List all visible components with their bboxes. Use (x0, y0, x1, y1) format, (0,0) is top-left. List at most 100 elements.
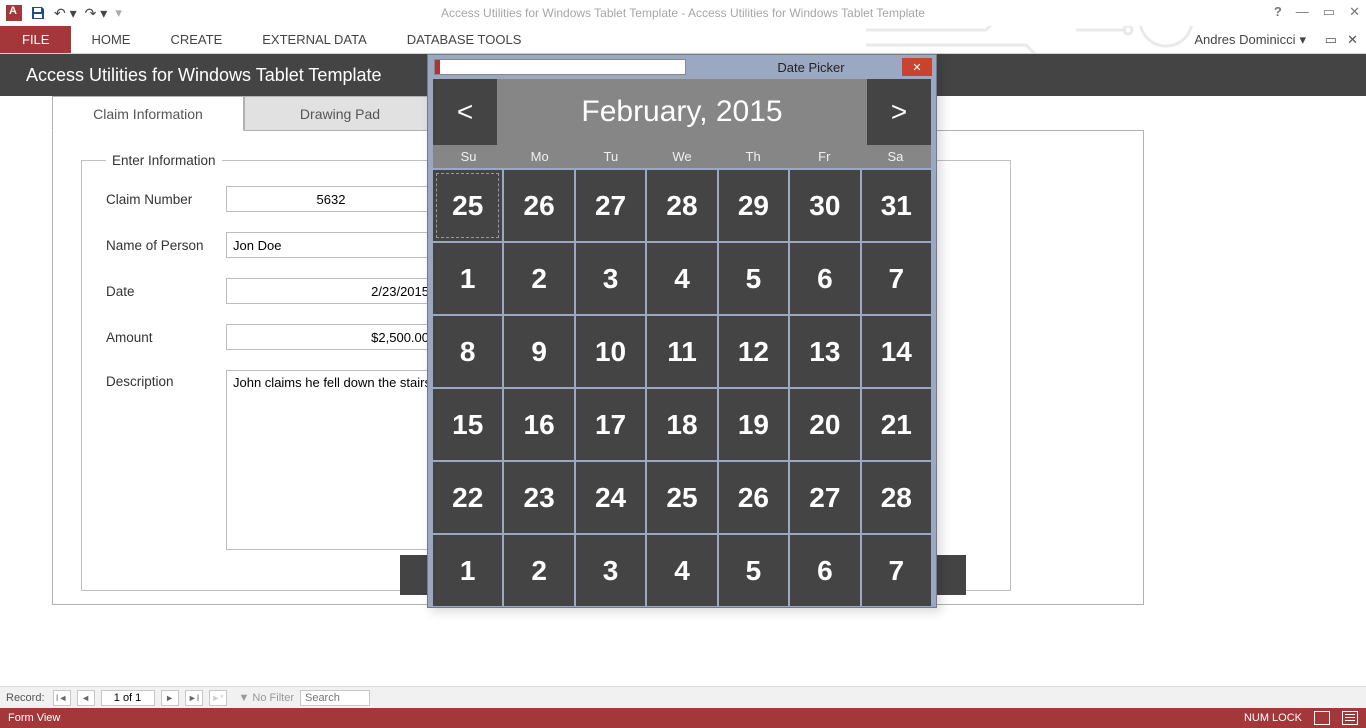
fieldset-legend: Enter Information (106, 153, 222, 168)
search-input[interactable] (300, 690, 370, 706)
first-record-button[interactable]: I◄ (53, 690, 71, 706)
calendar-day[interactable]: 11 (647, 316, 716, 387)
user-menu[interactable]: Andres Dominicci▾ (1194, 26, 1306, 53)
help-icon[interactable]: ? (1274, 4, 1282, 20)
calendar-day[interactable]: 4 (647, 243, 716, 314)
calendar-day[interactable]: 28 (647, 170, 716, 241)
minimize-icon[interactable]: — (1296, 4, 1309, 20)
tab-external-data[interactable]: EXTERNAL DATA (242, 26, 387, 53)
calendar-day[interactable]: 25 (647, 462, 716, 533)
prev-month-button[interactable]: < (433, 79, 497, 145)
calendar-day[interactable]: 5 (719, 243, 788, 314)
ribbon: FILE HOME CREATE EXTERNAL DATA DATABASE … (0, 26, 1366, 54)
calendar-day[interactable]: 29 (719, 170, 788, 241)
dow-header: Th (718, 145, 789, 168)
calendar-day[interactable]: 1 (433, 243, 502, 314)
tab-home[interactable]: HOME (71, 26, 150, 53)
tab-create[interactable]: CREATE (150, 26, 242, 53)
close-window-icon[interactable]: ✕ (1349, 4, 1360, 20)
access-app-icon (6, 5, 22, 21)
form-view-button[interactable] (1314, 711, 1330, 725)
restore-icon[interactable]: ▭ (1323, 4, 1335, 20)
file-tab[interactable]: FILE (0, 26, 71, 53)
calendar-day[interactable]: 27 (576, 170, 645, 241)
calendar-day[interactable]: 21 (862, 389, 931, 460)
calendar-day[interactable]: 3 (576, 243, 645, 314)
calendar-day[interactable]: 26 (504, 170, 573, 241)
dow-header: Fr (789, 145, 860, 168)
tab-drawing-pad[interactable]: Drawing Pad (244, 96, 436, 131)
doc-restore-icon[interactable]: ▭ (1325, 32, 1337, 48)
calendar-day[interactable]: 22 (433, 462, 502, 533)
form-icon (434, 59, 686, 75)
calendar-day[interactable]: 18 (647, 389, 716, 460)
next-record-button[interactable]: ► (161, 690, 179, 706)
calendar-day[interactable]: 8 (433, 316, 502, 387)
label-claim-number: Claim Number (106, 192, 226, 207)
amount-input[interactable] (226, 324, 436, 350)
calendar-day[interactable]: 6 (790, 243, 859, 314)
next-month-button[interactable]: > (867, 79, 931, 145)
calendar-day[interactable]: 26 (719, 462, 788, 533)
redo-icon[interactable]: ↷ ▾ (85, 5, 108, 22)
calendar-day[interactable]: 5 (719, 535, 788, 606)
calendar-day[interactable]: 10 (576, 316, 645, 387)
popup-title-text: Date Picker (686, 60, 936, 75)
calendar-day[interactable]: 7 (862, 243, 931, 314)
calendar-grid: 2526272829303112345678910111213141516171… (433, 168, 931, 606)
prev-record-button[interactable]: ◄ (77, 690, 95, 706)
calendar-day[interactable]: 2 (504, 535, 573, 606)
calendar-day[interactable]: 28 (862, 462, 931, 533)
calendar-day[interactable]: 15 (433, 389, 502, 460)
calendar-day[interactable]: 31 (862, 170, 931, 241)
calendar-day[interactable]: 4 (647, 535, 716, 606)
calendar-day[interactable]: 30 (790, 170, 859, 241)
record-label: Record: (6, 692, 45, 704)
calendar-day[interactable]: 19 (719, 389, 788, 460)
tab-claim-information[interactable]: Claim Information (52, 96, 244, 131)
date-picker-popup: Date Picker ✕ < February, 2015 > SuMoTuW… (427, 54, 937, 608)
filter-indicator: ▼No Filter (239, 692, 294, 704)
calendar-day[interactable]: 24 (576, 462, 645, 533)
dow-header: Su (433, 145, 504, 168)
datasheet-view-button[interactable] (1342, 711, 1358, 725)
calendar-day[interactable]: 20 (790, 389, 859, 460)
calendar-day[interactable]: 17 (576, 389, 645, 460)
dow-header: Tu (575, 145, 646, 168)
popup-titlebar: Date Picker ✕ (428, 55, 936, 79)
save-icon[interactable] (30, 5, 46, 21)
calendar-day[interactable]: 27 (790, 462, 859, 533)
date-input[interactable] (226, 278, 436, 304)
record-position[interactable] (101, 690, 155, 706)
calendar-day[interactable]: 9 (504, 316, 573, 387)
new-record-button[interactable]: ►* (209, 690, 227, 706)
claim-number-input[interactable] (226, 186, 436, 212)
calendar-day[interactable]: 3 (576, 535, 645, 606)
calendar-day[interactable]: 12 (719, 316, 788, 387)
calendar-day[interactable]: 25 (433, 170, 502, 241)
dow-header: Mo (504, 145, 575, 168)
label-date: Date (106, 284, 226, 299)
tab-database-tools[interactable]: DATABASE TOOLS (387, 26, 542, 53)
dow-header: We (646, 145, 717, 168)
status-bar: Form View NUM LOCK (0, 708, 1366, 728)
calendar-day[interactable]: 1 (433, 535, 502, 606)
label-description: Description (106, 370, 226, 389)
calendar-day[interactable]: 7 (862, 535, 931, 606)
calendar-day[interactable]: 14 (862, 316, 931, 387)
dow-header: Sa (860, 145, 931, 168)
calendar-day[interactable]: 13 (790, 316, 859, 387)
last-record-button[interactable]: ►I (185, 690, 203, 706)
undo-icon[interactable]: ↶ ▾ (54, 5, 77, 22)
calendar-day[interactable]: 23 (504, 462, 573, 533)
label-amount: Amount (106, 330, 226, 345)
doc-close-icon[interactable]: ✕ (1347, 32, 1358, 48)
popup-close-button[interactable]: ✕ (902, 58, 932, 76)
calendar-day[interactable]: 6 (790, 535, 859, 606)
calendar-day[interactable]: 16 (504, 389, 573, 460)
label-name: Name of Person (106, 238, 226, 253)
day-of-week-row: SuMoTuWeThFrSa (433, 145, 931, 168)
quick-access-toolbar: ↶ ▾ ↷ ▾ ▾ Access Utilities for Windows T… (0, 0, 1366, 26)
filter-icon: ▼ (239, 692, 250, 704)
calendar-day[interactable]: 2 (504, 243, 573, 314)
